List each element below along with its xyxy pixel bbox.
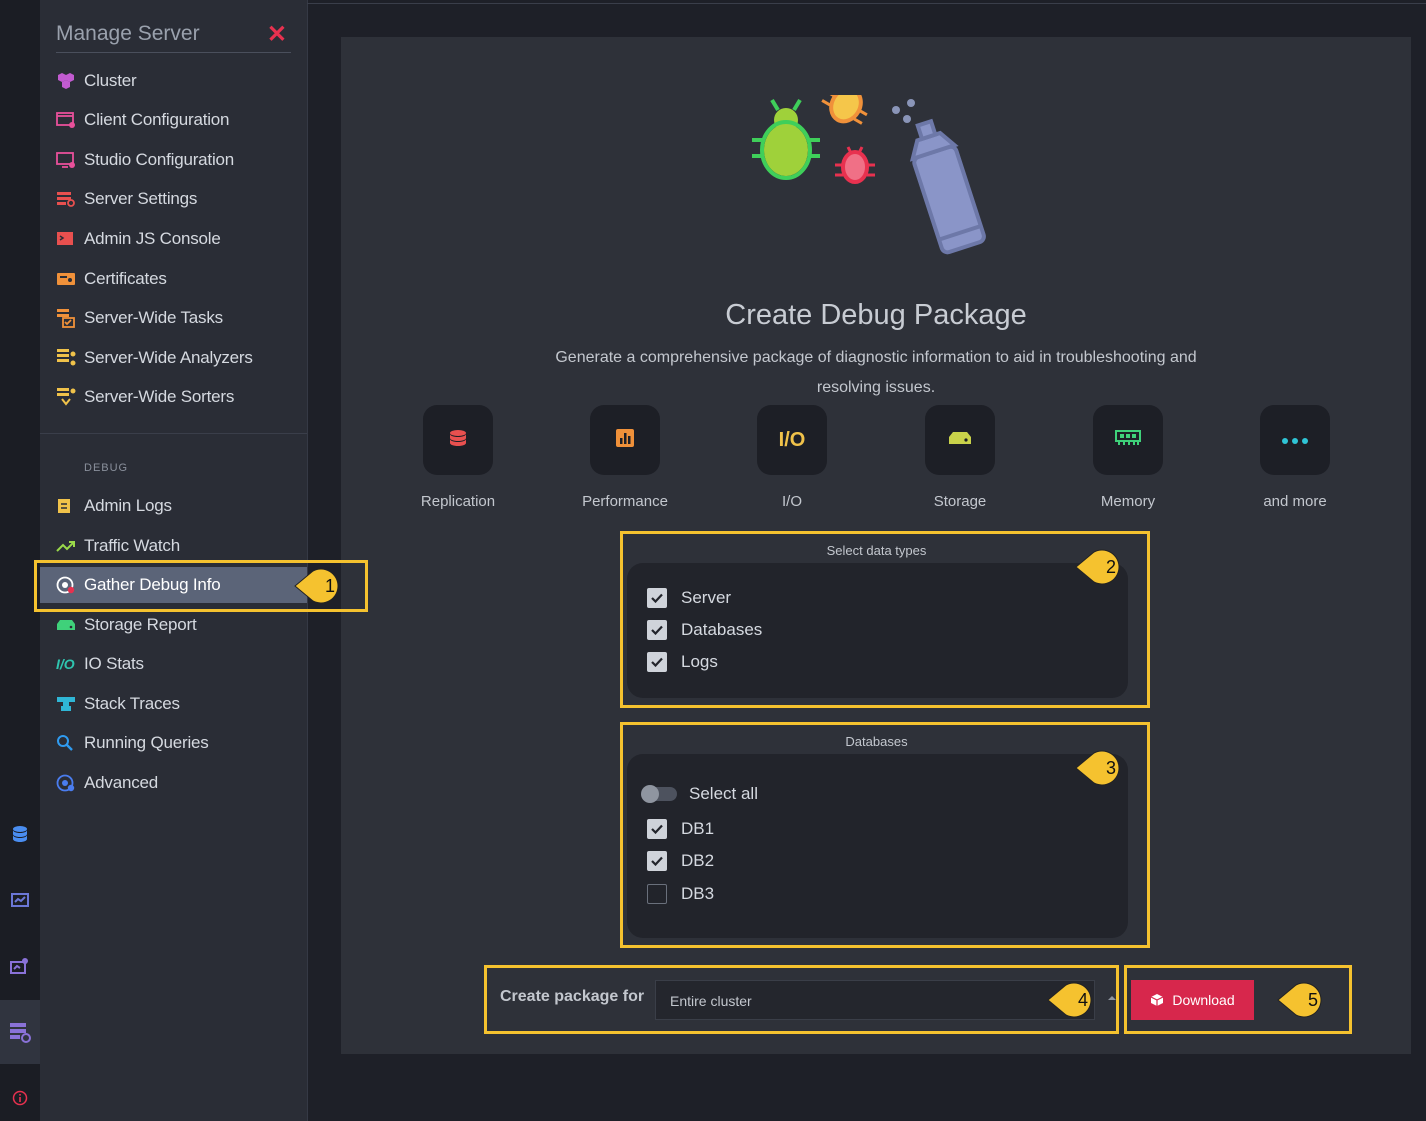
traffic-watch-icon: [56, 538, 84, 554]
server-wide-analyzers-icon: [56, 348, 84, 368]
manage-databases-icon[interactable]: [0, 946, 40, 986]
top-divider: [307, 3, 1426, 4]
stack-traces-icon: [56, 695, 84, 713]
debug-section-label: DEBUG: [84, 462, 129, 474]
admin-logs-icon: [56, 497, 84, 515]
sidebar-item-stack-traces[interactable]: Stack Traces: [40, 686, 307, 722]
sidebar-item-client-configuration[interactable]: Client Configuration: [40, 102, 307, 138]
certificates-icon: [56, 270, 84, 288]
callout-3: 3: [1074, 749, 1130, 787]
manage-server-icon[interactable]: [0, 1000, 40, 1064]
sidebar-item-storage-report[interactable]: Storage Report: [40, 607, 307, 643]
sidebar-item-admin-logs[interactable]: Admin Logs: [40, 488, 307, 524]
page-title: Create Debug Package: [725, 299, 1027, 331]
admin-console-icon: [56, 230, 84, 248]
feature-and-more: and more: [1225, 405, 1365, 510]
sidebar-item-admin-js-console[interactable]: Admin JS Console: [40, 221, 307, 257]
callout-5: 5: [1276, 981, 1332, 1019]
io-stats-icon: I/O: [56, 656, 75, 672]
info-icon[interactable]: [0, 1078, 40, 1118]
feature-memory: Memory: [1058, 405, 1198, 510]
sidebar-header: Manage Server ✕: [56, 18, 291, 53]
sidebar-item-server-wide-tasks[interactable]: Server-Wide Tasks: [40, 300, 307, 336]
feature-io: I/O I/O: [722, 405, 862, 510]
highlight-box-3: [620, 722, 1150, 948]
feature-storage: Storage: [890, 405, 1030, 510]
sidebar-divider: [40, 433, 307, 434]
debug-illustration: [752, 95, 986, 255]
sidebar-item-running-queries[interactable]: Running Queries: [40, 725, 307, 761]
more-icon: [1282, 431, 1308, 449]
sidebar-item-cluster[interactable]: Cluster: [40, 63, 307, 99]
storage-icon: [948, 431, 972, 450]
sidebar-item-traffic-watch[interactable]: Traffic Watch: [40, 528, 307, 564]
sidebar-item-io-stats[interactable]: I/O IO Stats: [40, 646, 307, 682]
highlight-box-2: [620, 531, 1150, 708]
feature-replication: Replication: [388, 405, 528, 510]
callout-1: 1: [293, 567, 349, 605]
server-wide-sorters-icon: [56, 387, 84, 407]
page-subtitle: Generate a comprehensive package of diag…: [555, 349, 1197, 396]
sidebar-title: Manage Server: [56, 22, 200, 45]
running-queries-icon: [56, 734, 84, 752]
callout-4: 4: [1046, 981, 1102, 1019]
sidebar-item-server-wide-sorters[interactable]: Server-Wide Sorters: [40, 379, 307, 415]
dashboard-icon[interactable]: [0, 880, 40, 920]
sidebar-item-certificates[interactable]: Certificates: [40, 261, 307, 297]
sidebar-item-advanced[interactable]: Advanced: [40, 765, 307, 801]
sidebar-item-studio-configuration[interactable]: Studio Configuration: [40, 142, 307, 178]
advanced-icon: [56, 773, 84, 793]
client-configuration-icon: [56, 111, 84, 129]
sidebar-item-server-wide-analyzers[interactable]: Server-Wide Analyzers: [40, 340, 307, 376]
storage-report-icon: [56, 618, 84, 632]
sidebar-item-server-settings[interactable]: Server Settings: [40, 181, 307, 217]
callout-2: 2: [1074, 548, 1130, 586]
close-icon[interactable]: ✕: [267, 20, 287, 49]
feature-performance: Performance: [555, 405, 695, 510]
server-wide-tasks-icon: [56, 308, 84, 328]
performance-icon: [616, 428, 634, 452]
databases-icon[interactable]: [0, 814, 40, 854]
memory-icon: [1115, 429, 1141, 451]
server-settings-icon: [56, 190, 84, 208]
cluster-icon: [56, 72, 84, 90]
highlight-box-4: [484, 965, 1119, 1034]
replication-icon: [447, 429, 469, 452]
studio-configuration-icon: [56, 151, 84, 169]
io-icon: I/O: [778, 428, 806, 451]
